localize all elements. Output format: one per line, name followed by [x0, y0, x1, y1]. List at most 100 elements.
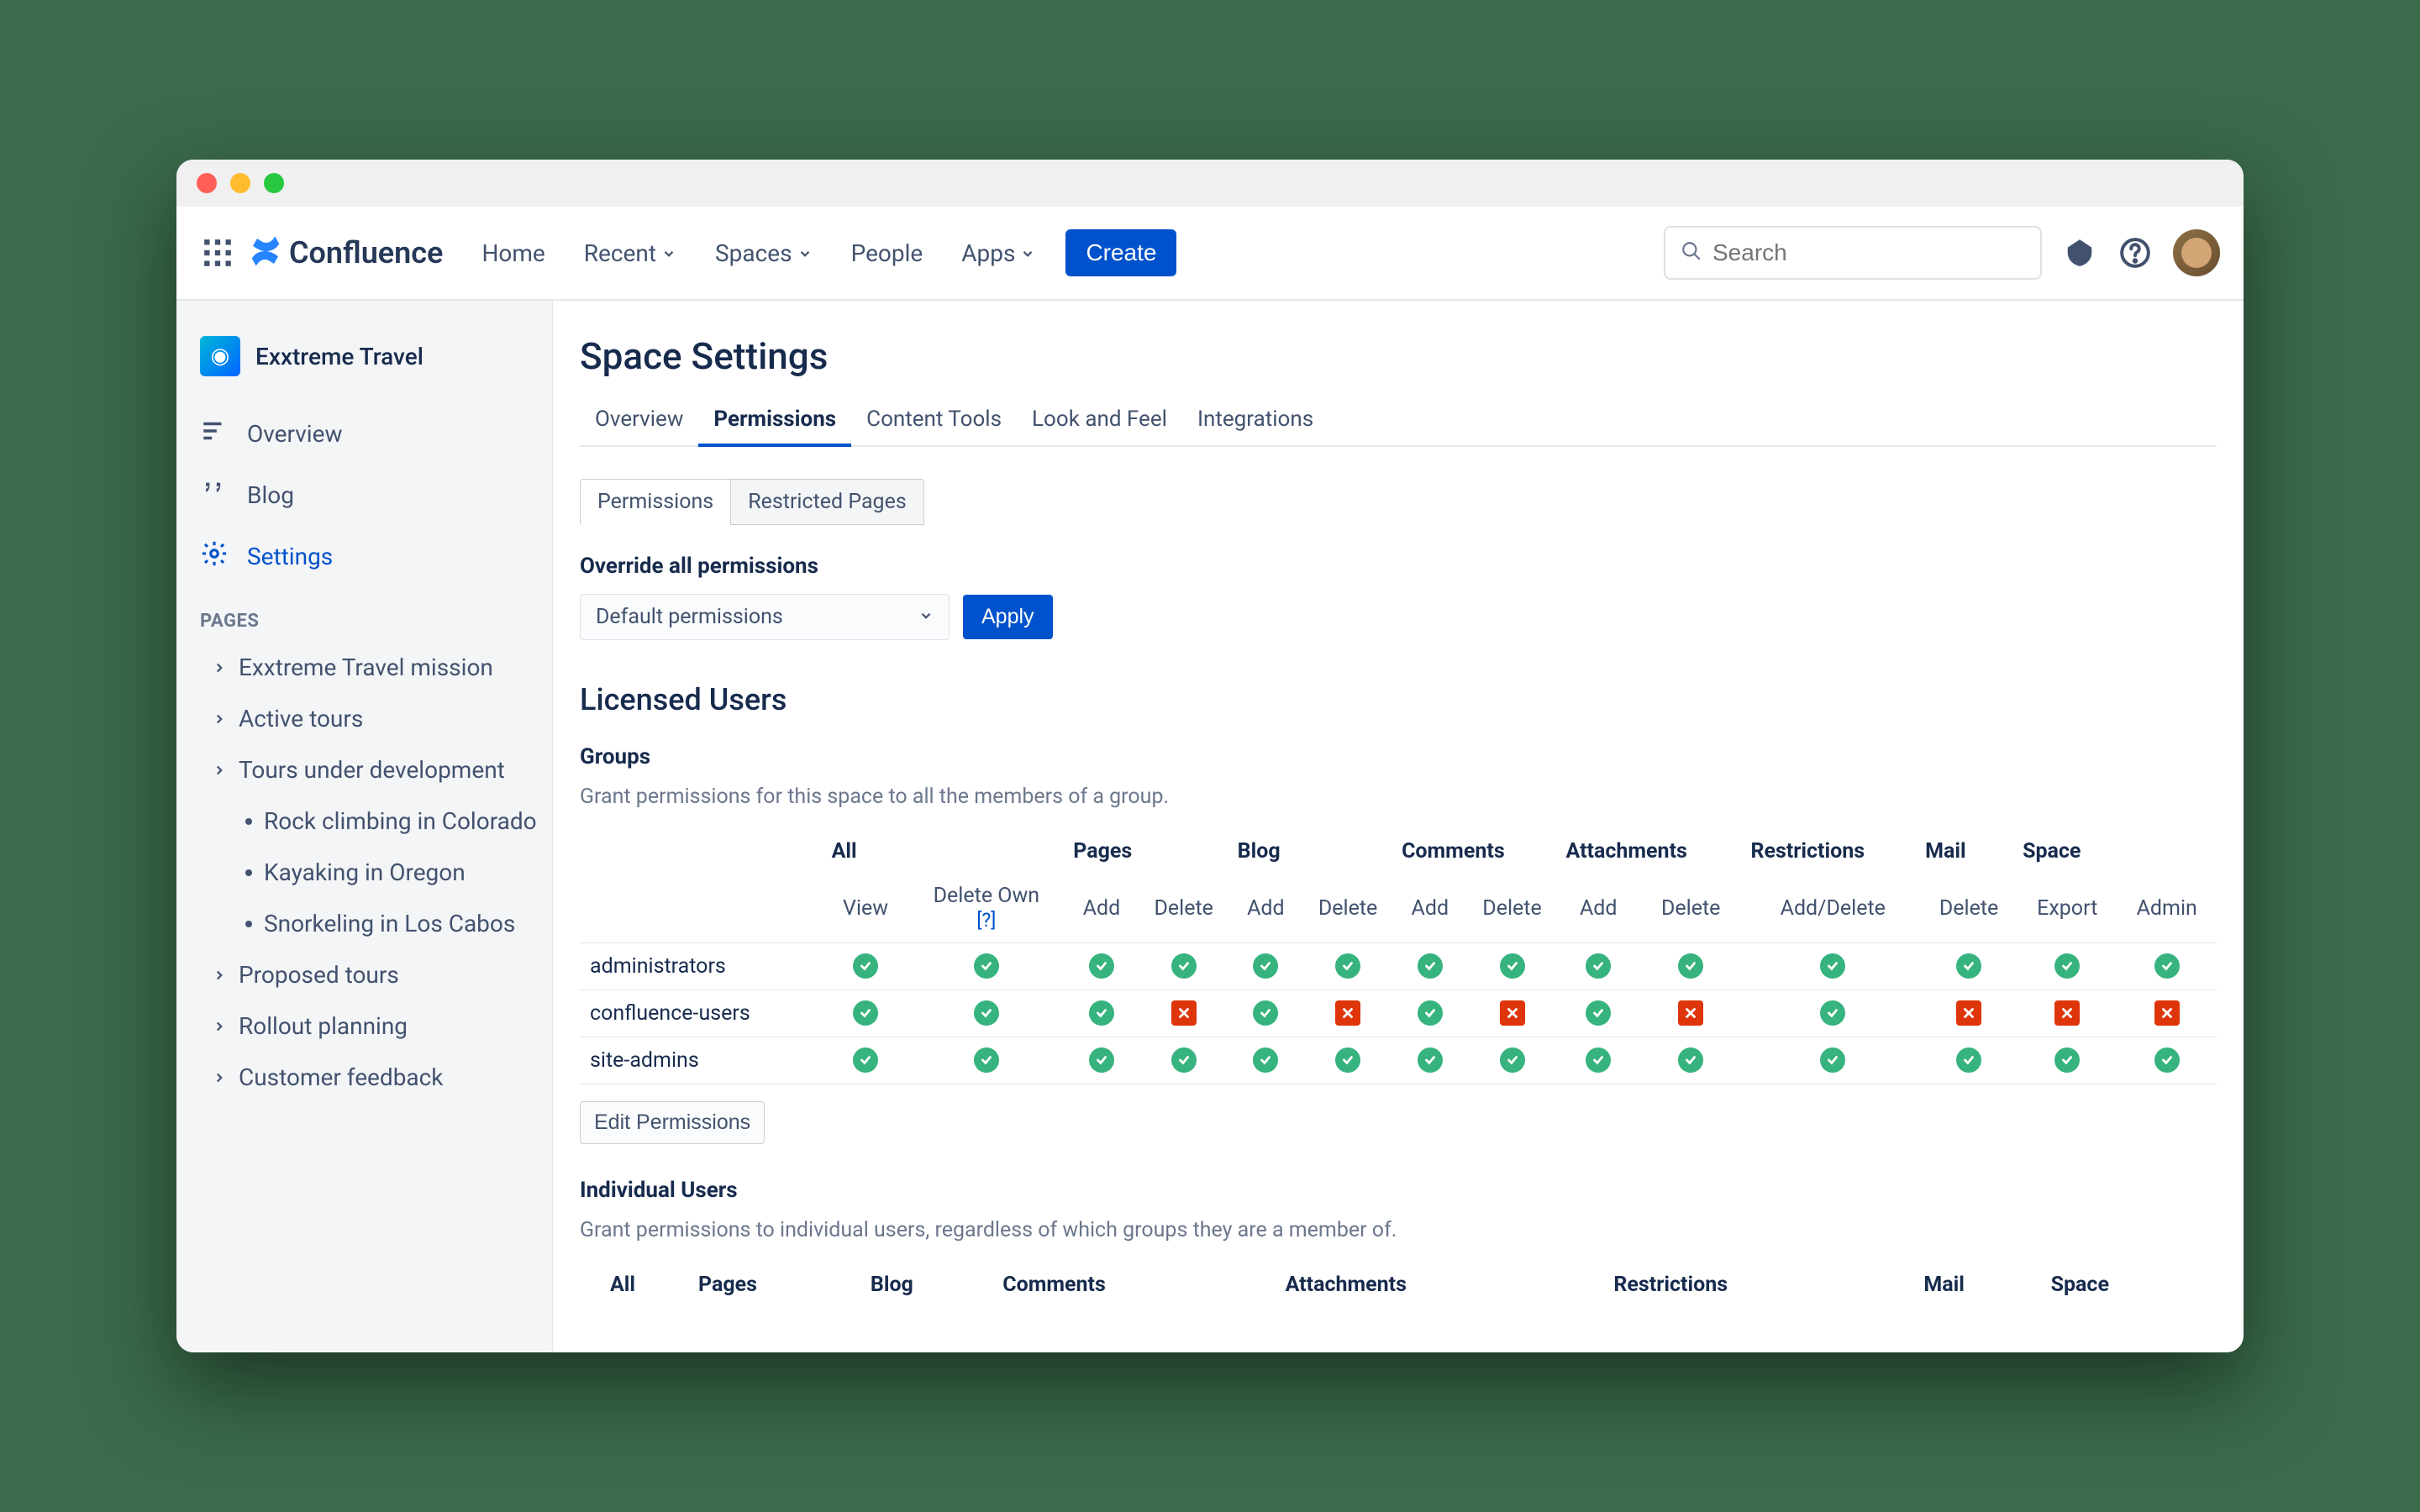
cross-icon	[1956, 1000, 1981, 1026]
col-sub-header: Export	[2018, 874, 2117, 943]
sidebar-item-settings[interactable]: Settings	[176, 526, 552, 587]
nav-recent[interactable]: Recent	[569, 233, 692, 274]
sidebar-item-overview[interactable]: Overview	[176, 403, 552, 465]
tab-look-and-feel[interactable]: Look and Feel	[1017, 395, 1182, 445]
bullet-icon	[245, 818, 252, 825]
groups-heading: Groups	[580, 744, 2217, 769]
tree-item-child[interactable]: Kayaking in Oregon	[176, 847, 552, 898]
tree-item-child[interactable]: Snorkeling in Los Cabos	[176, 898, 552, 949]
tree-item[interactable]: Active tours	[176, 693, 552, 744]
tree-item[interactable]: Customer feedback	[176, 1052, 552, 1103]
help-icon[interactable]	[2118, 235, 2153, 270]
confluence-logo-icon	[249, 234, 282, 271]
app-switcher-icon[interactable]	[200, 235, 235, 270]
tree-item[interactable]: Tours under development	[176, 744, 552, 795]
col-sub-header: View	[827, 874, 905, 943]
help-link[interactable]: [?]	[976, 909, 996, 932]
pages-section-header: PAGES	[176, 587, 552, 642]
subtab-restricted-pages[interactable]: Restricted Pages	[731, 479, 924, 525]
perm-cell	[1636, 943, 1746, 990]
tree-item[interactable]: Rollout planning	[176, 1000, 552, 1052]
chevron-down-icon	[661, 239, 676, 267]
col-group-header: Comments	[1397, 829, 1560, 874]
perm-cell	[1397, 990, 1463, 1037]
sidebar: Exxtreme Travel Overview Blog Settings P…	[176, 301, 553, 1352]
window-maximize-button[interactable]	[264, 173, 284, 193]
individuals-desc: Grant permissions to individual users, r…	[580, 1218, 2217, 1242]
space-header[interactable]: Exxtreme Travel	[176, 336, 552, 403]
tab-integrations[interactable]: Integrations	[1182, 395, 1328, 445]
col-group-header: Pages	[693, 1263, 865, 1307]
tab-permissions[interactable]: Permissions	[698, 395, 851, 447]
col-sub-header: Delete	[1135, 874, 1233, 943]
perm-cell	[1464, 943, 1561, 990]
check-icon	[2154, 1047, 2180, 1073]
chevron-down-icon	[918, 605, 934, 629]
perm-cell	[1920, 1037, 2018, 1084]
subtab-permissions[interactable]: Permissions	[580, 479, 731, 525]
table-row: site-admins	[580, 1037, 2217, 1084]
tree-item[interactable]: Proposed tours	[176, 949, 552, 1000]
nav-home[interactable]: Home	[466, 233, 560, 274]
check-icon	[1678, 1047, 1703, 1073]
perm-cell	[1233, 943, 1299, 990]
check-icon	[1335, 953, 1360, 979]
search-box[interactable]	[1664, 226, 2042, 280]
col-group-header: Pages	[1068, 829, 1232, 874]
check-icon	[1253, 1047, 1278, 1073]
check-icon	[1586, 1000, 1611, 1026]
tab-content-tools[interactable]: Content Tools	[851, 395, 1017, 445]
tree-item-child[interactable]: Rock climbing in Colorado	[176, 795, 552, 847]
sidebar-item-blog[interactable]: Blog	[176, 465, 552, 526]
col-sub-header: Delete Own[?]	[905, 874, 1069, 943]
col-sub-header: Add	[1068, 874, 1134, 943]
col-sub-header: Delete	[1920, 874, 2018, 943]
perm-cell	[2117, 990, 2217, 1037]
check-icon	[1418, 1047, 1443, 1073]
override-select[interactable]: Default permissions	[580, 594, 950, 640]
check-icon	[974, 1047, 999, 1073]
permission-subtabs: PermissionsRestricted Pages	[580, 479, 2217, 525]
edit-permissions-button[interactable]: Edit Permissions	[580, 1101, 765, 1144]
window-close-button[interactable]	[197, 173, 217, 193]
cross-icon	[2154, 1000, 2180, 1026]
perm-cell	[905, 1037, 1069, 1084]
tree-item[interactable]: Exxtreme Travel mission	[176, 642, 552, 693]
nav-apps[interactable]: Apps	[946, 233, 1050, 274]
search-input[interactable]	[1712, 239, 2025, 266]
group-name: site-admins	[580, 1037, 827, 1084]
perm-cell	[1135, 990, 1233, 1037]
check-icon	[1089, 1000, 1114, 1026]
check-icon	[1678, 953, 1703, 979]
chevron-right-icon	[212, 1063, 227, 1091]
perm-cell	[1068, 943, 1134, 990]
individuals-permissions-table: AllPagesBlogCommentsAttachmentsRestricti…	[580, 1263, 2217, 1307]
override-heading: Override all permissions	[580, 554, 2217, 579]
perm-cell	[905, 990, 1069, 1037]
create-button[interactable]: Create	[1065, 229, 1176, 276]
nav-people[interactable]: People	[836, 233, 939, 274]
groups-permissions-table: AllPagesBlogCommentsAttachmentsRestricti…	[580, 829, 2217, 1084]
perm-cell	[1299, 990, 1397, 1037]
chevron-down-icon	[1020, 239, 1035, 267]
cross-icon	[1500, 1000, 1525, 1026]
notifications-icon[interactable]	[2062, 235, 2097, 270]
confluence-logo[interactable]: Confluence	[249, 234, 443, 271]
perm-cell	[1560, 943, 1635, 990]
nav-spaces[interactable]: Spaces	[700, 233, 828, 274]
window-minimize-button[interactable]	[230, 173, 250, 193]
col-group-header: Attachments	[1560, 829, 1745, 874]
perm-cell	[1233, 990, 1299, 1037]
top-navigation: Confluence Home Recent Spaces People App…	[176, 207, 2244, 301]
check-icon	[1820, 1000, 1845, 1026]
check-icon	[1500, 953, 1525, 979]
groups-desc: Grant permissions for this space to all …	[580, 785, 2217, 809]
table-row: confluence-users	[580, 990, 2217, 1037]
col-group-header: Blog	[865, 1263, 997, 1307]
gear-icon	[200, 539, 229, 574]
user-avatar[interactable]	[2173, 229, 2220, 276]
check-icon	[1335, 1047, 1360, 1073]
tab-overview[interactable]: Overview	[580, 395, 698, 445]
apply-button[interactable]: Apply	[963, 595, 1053, 639]
cross-icon	[1335, 1000, 1360, 1026]
